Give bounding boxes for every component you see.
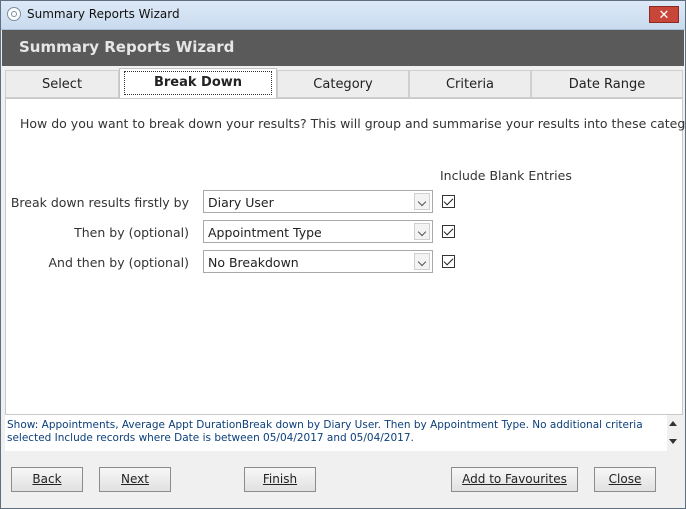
window-title: Summary Reports Wizard [27,7,180,21]
breakdown-2-dropdown[interactable]: Appointment Type [203,220,433,243]
breakdown-1-label: Break down results firstly by [10,195,189,210]
summary-area: Show: Appointments, Average Appt Duratio… [5,415,669,451]
breakdown-1-value: Diary User [208,195,274,210]
include-blank-heading: Include Blank Entries [440,168,572,183]
close-icon[interactable]: ✕ [649,6,679,23]
finish-button[interactable]: Finish [244,467,316,492]
close-button[interactable]: Close [594,467,656,492]
finish-button-label: Finish [262,472,298,486]
summary-scrollbar[interactable] [667,415,681,451]
break-down-panel: How do you want to break down your resul… [5,98,686,415]
next-button[interactable]: Next [99,467,171,492]
add-to-favourites-label: Add to Favourites [462,472,567,486]
breakdown-3-dropdown[interactable]: No Breakdown [203,250,433,273]
close-button-label: Close [608,472,642,486]
breakdown-3-value: No Breakdown [208,255,299,270]
intro-text: How do you want to break down your resul… [20,116,686,131]
next-button-label: Next [121,472,149,486]
scroll-up-icon[interactable] [669,421,677,426]
breakdown-2-include-blank-checkbox[interactable] [442,225,455,238]
breakdown-2-value: Appointment Type [208,225,322,240]
tab-select[interactable]: Select [5,70,119,98]
tab-break-down-label: Break Down [124,71,272,95]
header-band: Summary Reports Wizard [2,30,684,66]
tab-date-range[interactable]: Date Range [531,70,683,98]
back-button-label: Back [32,472,62,486]
tab-criteria[interactable]: Criteria [409,70,531,98]
breakdown-2-label: Then by (optional) [74,225,189,240]
app-icon [7,7,21,21]
chevron-down-icon[interactable] [414,253,430,270]
add-to-favourites-button[interactable]: Add to Favourites [451,467,578,492]
breakdown-3-include-blank-checkbox[interactable] [442,255,455,268]
breakdown-3-label: And then by (optional) [48,255,189,270]
tab-break-down[interactable]: Break Down [119,68,277,99]
breakdown-1-include-blank-checkbox[interactable] [442,195,455,208]
tab-strip: Select Break Down Category Criteria Date… [5,68,683,99]
breakdown-1-dropdown[interactable]: Diary User [203,190,433,213]
back-button[interactable]: Back [11,467,83,492]
chevron-down-icon[interactable] [414,223,430,240]
summary-text: Show: Appointments, Average Appt Duratio… [7,419,643,444]
chevron-down-icon[interactable] [414,193,430,210]
wizard-window: Summary Reports Wizard ✕ Summary Reports… [0,0,686,509]
scroll-down-icon[interactable] [669,439,677,444]
page-title: Summary Reports Wizard [19,38,235,56]
tab-category[interactable]: Category [277,70,409,98]
title-bar: Summary Reports Wizard ✕ [1,1,685,30]
